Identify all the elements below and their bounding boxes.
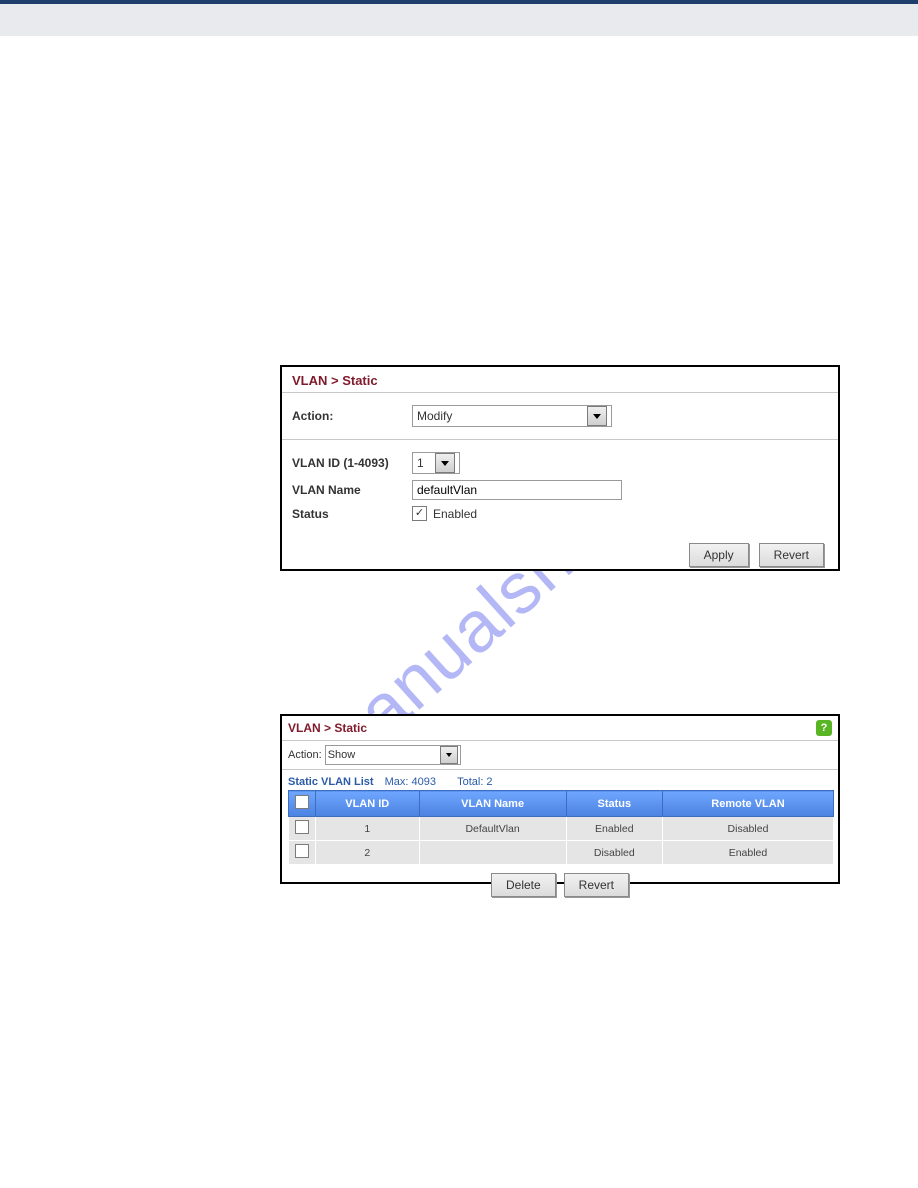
cell-vlan-name	[419, 841, 566, 865]
action-select[interactable]: Show	[325, 745, 461, 765]
revert-button[interactable]: Revert	[759, 543, 824, 567]
delete-button[interactable]: Delete	[491, 873, 556, 897]
row-checkbox[interactable]	[295, 844, 309, 858]
cell-vlan-id: 2	[316, 841, 420, 865]
status-label: Status	[292, 507, 412, 521]
action-value: Modify	[417, 409, 452, 423]
vlan-table: VLAN ID VLAN Name Status Remote VLAN 1 D…	[288, 790, 834, 865]
vlan-static-show-panel: VLAN > Static ? Action: Show Static VLAN…	[280, 714, 840, 884]
list-max: Max: 4093	[385, 776, 436, 788]
cell-vlan-name: DefaultVlan	[419, 817, 566, 841]
vlan-name-input[interactable]	[412, 480, 622, 500]
apply-button[interactable]: Apply	[689, 543, 749, 567]
chevron-down-icon	[587, 406, 607, 426]
select-all-checkbox[interactable]	[295, 795, 309, 809]
cell-remote: Enabled	[662, 841, 833, 865]
status-value: Enabled	[433, 507, 477, 521]
revert-button[interactable]: Revert	[564, 873, 629, 897]
action-label: Action:	[288, 749, 322, 761]
table-row: 2 Disabled Enabled	[289, 841, 834, 865]
breadcrumb: VLAN > Static	[282, 367, 838, 392]
action-value: Show	[328, 749, 356, 761]
cell-status: Enabled	[566, 817, 662, 841]
cell-status: Disabled	[566, 841, 662, 865]
vlan-name-label: VLAN Name	[292, 483, 412, 497]
help-icon[interactable]: ?	[816, 720, 832, 736]
header-band	[0, 4, 918, 36]
action-select[interactable]: Modify	[412, 405, 612, 427]
chevron-down-icon	[435, 453, 455, 473]
table-row: 1 DefaultVlan Enabled Disabled	[289, 817, 834, 841]
action-label: Action:	[292, 409, 412, 423]
col-remote: Remote VLAN	[662, 791, 833, 817]
col-vlan-id: VLAN ID	[316, 791, 420, 817]
breadcrumb: VLAN > Static	[288, 721, 367, 735]
col-vlan-name: VLAN Name	[419, 791, 566, 817]
vlan-id-value: 1	[417, 456, 424, 470]
cell-vlan-id: 1	[316, 817, 420, 841]
vlan-id-label: VLAN ID (1-4093)	[292, 456, 412, 470]
chevron-down-icon	[440, 746, 458, 764]
col-status: Status	[566, 791, 662, 817]
list-title: Static VLAN List	[288, 776, 374, 788]
row-checkbox[interactable]	[295, 820, 309, 834]
vlan-static-modify-panel: VLAN > Static Action: Modify VLAN ID (1-…	[280, 365, 840, 571]
cell-remote: Disabled	[662, 817, 833, 841]
list-total: Total: 2	[457, 776, 492, 788]
select-all-header	[289, 791, 316, 817]
list-caption: Static VLAN List Max: 4093 Total: 2	[282, 770, 838, 790]
vlan-id-select[interactable]: 1	[412, 452, 460, 474]
status-checkbox[interactable]: ✓	[412, 506, 427, 521]
